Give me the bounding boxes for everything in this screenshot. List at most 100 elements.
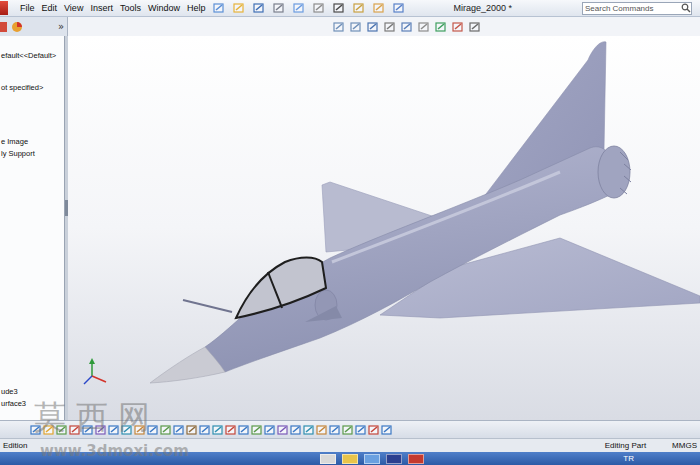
tree-item[interactable]: urface3: [1, 398, 64, 410]
tree-group: ot specified>: [1, 82, 64, 94]
appearance-tab-icon[interactable]: [11, 21, 23, 33]
menu-item[interactable]: Tools: [120, 3, 141, 13]
search-icon[interactable]: [681, 3, 691, 13]
engine-nozzle: [598, 146, 631, 198]
menu-bar: File Edit View Insert Tools Window Help: [8, 3, 213, 13]
toolbar-button-icon[interactable]: [293, 2, 305, 14]
nose-cone: [150, 347, 225, 383]
toolbar-button-icon[interactable]: [313, 2, 325, 14]
canopy: [236, 258, 326, 319]
watermark-url: www.3dmoxi.com: [40, 442, 189, 460]
feature-tool-icon[interactable]: [316, 424, 328, 436]
watermark-title: 莫西网: [34, 396, 160, 440]
pitot-probe: [183, 300, 232, 312]
feature-tool-icon[interactable]: [238, 424, 250, 436]
menu-item[interactable]: Help: [187, 3, 206, 13]
toolbar-button-icon[interactable]: [253, 2, 265, 14]
graphics-viewport[interactable]: [68, 36, 700, 420]
taskbar-app-icon[interactable]: [364, 454, 380, 464]
feature-tool-icon[interactable]: [147, 424, 159, 436]
feature-tree-tab-icon[interactable]: [0, 21, 7, 33]
taskbar-app-icon[interactable]: [342, 454, 358, 464]
app-logo-icon[interactable]: [0, 1, 8, 15]
feature-tool-icon[interactable]: [368, 424, 380, 436]
search-input[interactable]: [583, 4, 681, 13]
title-bar: File Edit View Insert Tools Window Help Mirage_…: [0, 0, 700, 17]
panel-expand-button[interactable]: »: [58, 21, 64, 32]
tree-item[interactable]: e Image: [1, 136, 64, 148]
view-tool-icon[interactable]: [418, 21, 430, 33]
toolbar-button-icon[interactable]: [373, 2, 385, 14]
tree-item[interactable]: efault<<Default>: [1, 50, 64, 62]
taskbar: TR: [0, 452, 700, 465]
toolbar-button-icon[interactable]: [353, 2, 365, 14]
feature-tool-icon[interactable]: [134, 424, 146, 436]
tree-item[interactable]: ude3: [1, 386, 64, 398]
feature-tool-icon[interactable]: [355, 424, 367, 436]
taskbar-app-icon[interactable]: [408, 454, 424, 464]
status-bar: EditionEditing PartMMGS: [0, 438, 700, 452]
feature-tool-icon[interactable]: [43, 424, 55, 436]
view-tool-icon[interactable]: [333, 21, 345, 33]
feature-toolbar: [0, 420, 700, 438]
feature-tool-icon[interactable]: [160, 424, 172, 436]
menu-item[interactable]: Insert: [90, 3, 113, 13]
feature-tool-icon[interactable]: [30, 424, 42, 436]
view-tool-icon[interactable]: [367, 21, 379, 33]
feature-tool-icon[interactable]: [277, 424, 289, 436]
feature-tool-icon[interactable]: [264, 424, 276, 436]
view-tool-icon[interactable]: [469, 21, 481, 33]
taskbar-app-icon[interactable]: [386, 454, 402, 464]
search-box[interactable]: [582, 2, 692, 15]
window-title: Mirage_2000 *: [453, 3, 512, 13]
panel-tabs: »: [0, 17, 68, 36]
menu-item[interactable]: File: [20, 3, 35, 13]
feature-tool-icon[interactable]: [173, 424, 185, 436]
feature-tool-icon[interactable]: [329, 424, 341, 436]
view-tool-icon[interactable]: [401, 21, 413, 33]
view-tool-icon[interactable]: [350, 21, 362, 33]
tree-group: e Imagely Support: [1, 136, 64, 160]
feature-tool-icon[interactable]: [108, 424, 120, 436]
menu-item[interactable]: View: [64, 3, 83, 13]
status-units[interactable]: MMGS: [672, 441, 697, 450]
feature-tool-icon[interactable]: [225, 424, 237, 436]
feature-tool-icon[interactable]: [381, 424, 393, 436]
feature-tool-icon[interactable]: [199, 424, 211, 436]
language-indicator[interactable]: TR: [623, 454, 634, 463]
feature-tool-icon[interactable]: [303, 424, 315, 436]
standard-toolbar: [213, 2, 405, 14]
status-text: Edition: [3, 441, 27, 450]
main-area: efault<<Default> ot specified> e Imagely S…: [0, 36, 700, 420]
toolbar-button-icon[interactable]: [233, 2, 245, 14]
view-toolbar: [68, 17, 700, 36]
feature-tool-icon[interactable]: [69, 424, 81, 436]
tree-group: ude3urface3: [1, 386, 64, 410]
toolbar-button-icon[interactable]: [213, 2, 225, 14]
aircraft-model[interactable]: [68, 36, 700, 420]
feature-tool-icon[interactable]: [342, 424, 354, 436]
feature-tool-icon[interactable]: [121, 424, 133, 436]
toolbar-button-icon[interactable]: [333, 2, 345, 14]
feature-tool-icon[interactable]: [82, 424, 94, 436]
fuselage: [205, 147, 616, 372]
toolbar-row: »: [0, 17, 700, 36]
tree-item[interactable]: ot specified>: [1, 82, 64, 94]
view-tool-icon[interactable]: [384, 21, 396, 33]
menu-item[interactable]: Window: [148, 3, 180, 13]
feature-tool-icon[interactable]: [186, 424, 198, 436]
taskbar-app-icon[interactable]: [320, 454, 336, 464]
feature-tool-icon[interactable]: [251, 424, 263, 436]
feature-tool-icon[interactable]: [95, 424, 107, 436]
view-tool-icon[interactable]: [435, 21, 447, 33]
toolbar-button-icon[interactable]: [273, 2, 285, 14]
tree-item[interactable]: ly Support: [1, 148, 64, 160]
view-tool-icon[interactable]: [452, 21, 464, 33]
toolbar-button-icon[interactable]: [393, 2, 405, 14]
solidworks-window: File Edit View Insert Tools Window Help Mirage_…: [0, 0, 700, 465]
feature-tool-icon[interactable]: [212, 424, 224, 436]
menu-item[interactable]: Edit: [42, 3, 58, 13]
feature-tool-icon[interactable]: [56, 424, 68, 436]
feature-tool-icon[interactable]: [290, 424, 302, 436]
axis-triad-icon: [84, 358, 106, 384]
